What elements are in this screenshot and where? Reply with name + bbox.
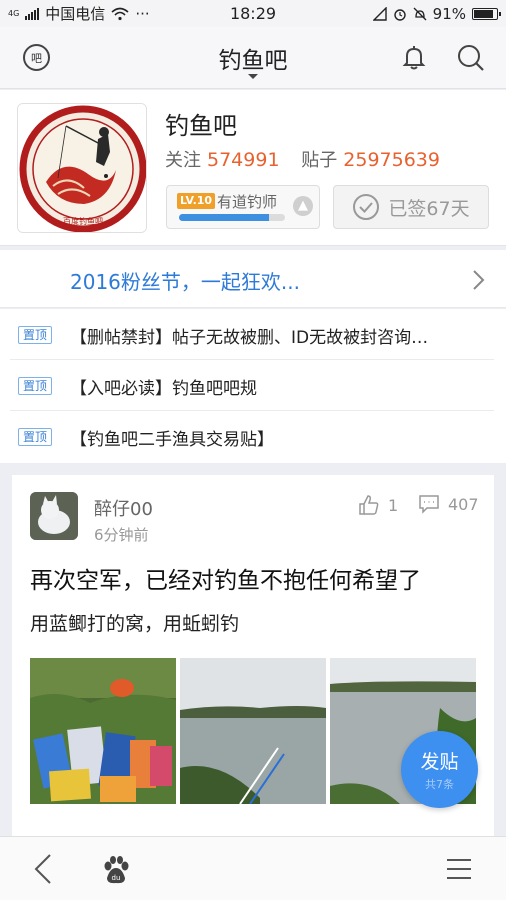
level-up-icon: ▲ <box>293 196 313 216</box>
level-badge: LV.10 <box>177 193 216 209</box>
checkmark-circle-icon <box>353 194 380 220</box>
thread-title[interactable]: 再次空军，已经对钓鱼不抱任何希望了 <box>30 561 421 595</box>
thread-image-bait[interactable] <box>30 658 176 804</box>
battery-icon <box>472 7 501 20</box>
author-name[interactable]: 醉仔00 <box>94 495 153 521</box>
mute-icon <box>413 7 427 20</box>
forum-stats: 关注 574991 贴子 25975639 <box>165 146 456 172</box>
signal-bars-icon <box>372 6 387 21</box>
comment-icon <box>419 495 439 514</box>
back-arrow-icon[interactable] <box>32 853 54 885</box>
post-time: 6分钟前 <box>94 526 149 544</box>
chevron-right-icon[interactable] <box>472 269 486 291</box>
sign-in-button[interactable]: 已签67天 <box>333 185 489 229</box>
like-button[interactable]: 1 <box>358 494 398 516</box>
status-right: 91% <box>372 0 501 27</box>
battery-percent: 91% <box>432 4 466 23</box>
reply-count: 407 <box>448 494 479 514</box>
reply-button[interactable]: 407 <box>418 494 479 514</box>
pinned-thread-row[interactable]: 置顶 【入吧必读】钓鱼吧吧规 <box>10 360 494 411</box>
forum-logo-image: 百度钓鱼吧 <box>18 104 146 232</box>
pinned-thread-row[interactable]: 置顶 【钓鱼吧二手渔具交易贴】 <box>10 411 494 462</box>
forum-name: 钓鱼吧 <box>165 112 237 140</box>
status-bar: 4G 中国电信 ··· 18:29 91% <box>0 0 506 27</box>
banner-text: 2016粉丝节，一起狂欢... <box>70 270 300 294</box>
pinned-thread-row[interactable]: 置顶 【删帖禁封】帖子无故被删、ID无故被封咨询… <box>10 309 494 360</box>
user-level-panel[interactable]: LV.10 有道钓师 ▲ <box>166 185 320 229</box>
page-title[interactable]: 钓鱼吧 <box>0 41 506 75</box>
pinned-tag: 置顶 <box>18 428 53 446</box>
thread-image-lake[interactable] <box>180 658 326 804</box>
avatar[interactable] <box>30 492 78 540</box>
baidu-paw-icon[interactable]: du <box>100 854 132 886</box>
pinned-thread-title: 【钓鱼吧二手渔具交易贴】 <box>70 430 274 450</box>
bell-icon[interactable] <box>400 43 428 71</box>
like-count: 1 <box>388 495 399 515</box>
logo-caption: 百度钓鱼吧 <box>63 216 103 226</box>
avatar-image <box>30 492 78 540</box>
new-post-count: 共7条 <box>425 778 454 791</box>
forum-logo[interactable]: 百度钓鱼吧 <box>17 103 147 233</box>
posts-label: 贴子 <box>301 150 338 171</box>
pinned-thread-title: 【入吧必读】钓鱼吧吧规 <box>70 379 257 399</box>
bottom-nav-bar: du <box>0 836 506 900</box>
thread-excerpt[interactable]: 用蓝鲫打的窝，用蚯蚓钓 <box>30 609 239 636</box>
svg-text:du: du <box>112 874 121 882</box>
new-post-label: 发贴 <box>420 751 459 773</box>
new-post-button[interactable]: 发贴 共7条 <box>401 731 478 808</box>
alarm-icon <box>393 8 406 21</box>
level-progress-bar <box>179 214 285 221</box>
search-icon[interactable] <box>456 43 486 73</box>
follow-count: 574991 <box>207 149 280 171</box>
title-dropdown-icon[interactable] <box>248 74 258 79</box>
pinned-tag: 置顶 <box>18 326 53 344</box>
activity-banner[interactable]: 2016粉丝节，一起狂欢... <box>0 250 506 308</box>
follow-label: 关注 <box>165 150 201 171</box>
posts-count: 25975639 <box>343 149 440 171</box>
level-name: 有道钓师 <box>217 193 278 211</box>
thumbs-up-icon <box>359 495 379 515</box>
top-nav-bar: 吧 钓鱼吧 <box>0 27 506 89</box>
signed-days-text: 已签67天 <box>388 197 470 220</box>
level-progress-fill <box>179 214 270 221</box>
pinned-thread-title: 【删帖禁封】帖子无故被删、ID无故被封咨询… <box>70 328 429 348</box>
forum-info-card: 百度钓鱼吧 钓鱼吧 关注 574991 贴子 25975639 LV.10 有道钓师… <box>0 90 506 246</box>
pinned-tag: 置顶 <box>18 377 53 395</box>
pinned-threads: 置顶 【删帖禁封】帖子无故被删、ID无故被封咨询… 置顶 【入吧必读】钓鱼吧吧规… <box>0 309 506 463</box>
menu-icon[interactable] <box>445 857 473 881</box>
